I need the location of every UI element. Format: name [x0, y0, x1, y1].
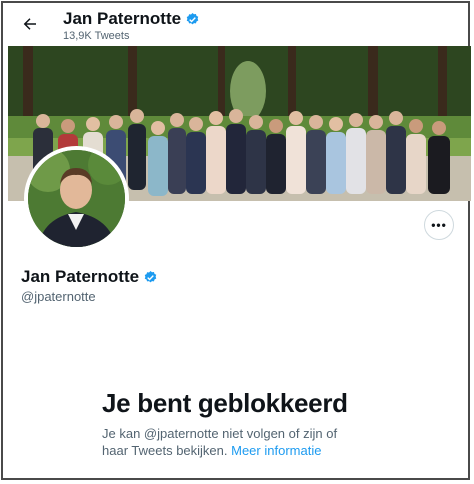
blocked-title: Je bent geblokkeerd: [102, 388, 348, 418]
tweet-count: 13,9K Tweets: [63, 30, 130, 42]
more-options-button[interactable]: •••: [424, 210, 454, 240]
avatar-photo: [28, 150, 125, 247]
profile-name-row: Jan Paternotte: [21, 267, 158, 287]
profile-header: Jan Paternotte 13,9K Tweets: [3, 3, 468, 46]
more-icon: •••: [431, 218, 447, 232]
learn-more-link[interactable]: Meer informatie: [231, 443, 321, 458]
profile-name: Jan Paternotte: [21, 267, 140, 286]
header-title: Jan Paternotte: [63, 9, 200, 29]
header-name: Jan Paternotte: [63, 9, 182, 28]
blocked-description: Je kan @jpaternotte niet volgen of zijn …: [102, 425, 362, 459]
profile-handle: @jpaternotte: [21, 289, 96, 304]
back-button[interactable]: [18, 12, 42, 36]
arrow-left-icon: [23, 18, 36, 30]
verified-badge-icon: [186, 12, 199, 24]
profile-avatar[interactable]: [24, 146, 129, 251]
browser-frame: Jan Paternotte 13,9K Tweets ••• Jan Pate…: [1, 1, 471, 480]
verified-badge-icon: [144, 270, 157, 282]
